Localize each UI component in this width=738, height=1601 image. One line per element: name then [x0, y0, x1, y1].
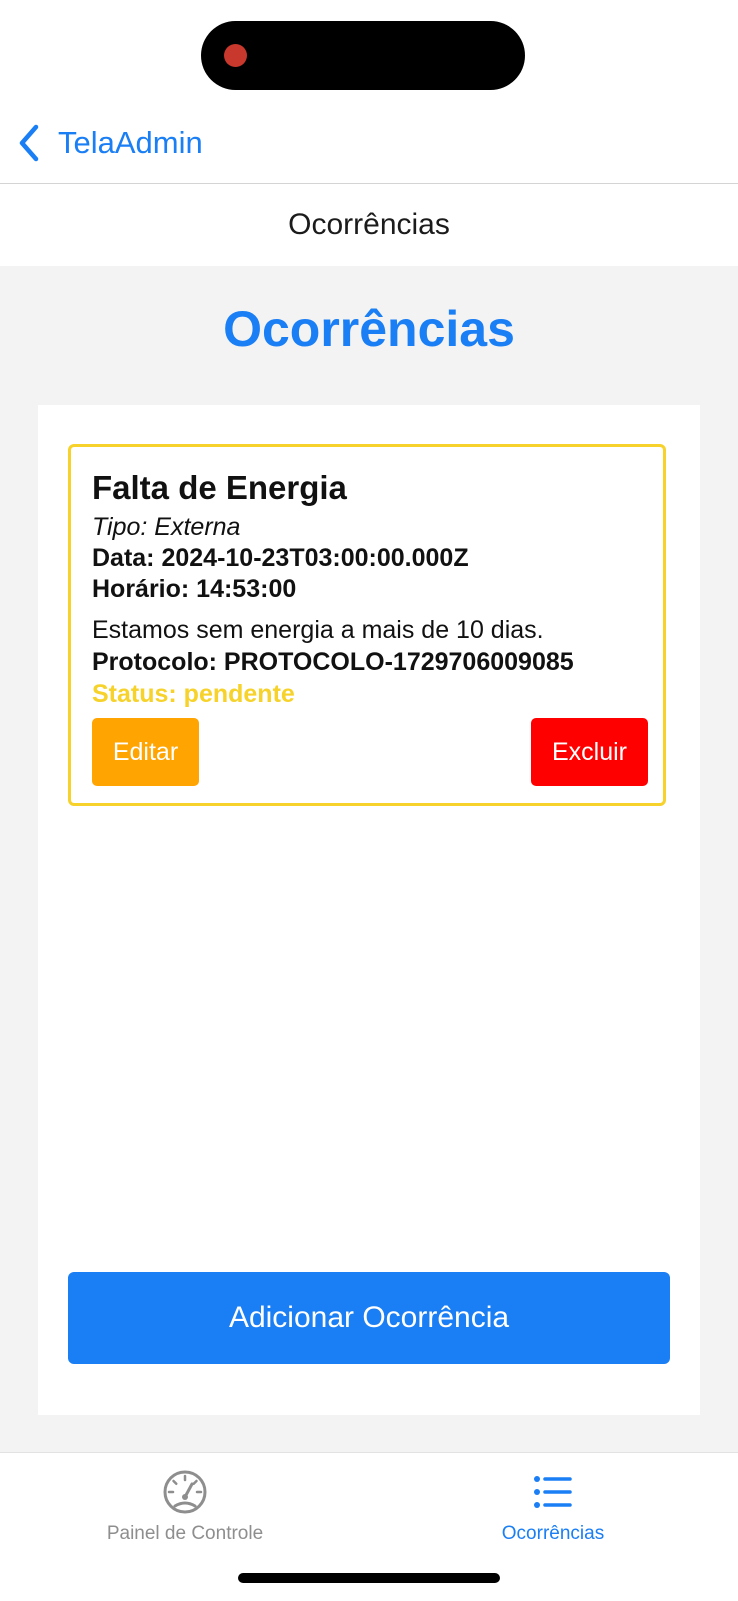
- page-title: Ocorrências: [223, 301, 515, 357]
- occurrence-protocol: Protocolo: PROTOCOLO-1729706009085: [92, 648, 574, 676]
- back-button[interactable]: TelaAdmin: [14, 118, 203, 168]
- home-indicator[interactable]: [238, 1573, 500, 1583]
- occurrence-title: Falta de Energia: [92, 469, 347, 506]
- dynamic-island: [201, 21, 525, 90]
- delete-button[interactable]: Excluir: [531, 718, 648, 786]
- status-badge: Status: pendente: [92, 680, 295, 708]
- recording-indicator: [224, 44, 247, 67]
- header-title: Ocorrências: [0, 184, 738, 266]
- occurrence-description: Estamos sem energia a mais de 10 dias.: [92, 616, 544, 644]
- chevron-left-icon: [19, 124, 39, 162]
- tab-ocorrencias[interactable]: Ocorrências: [467, 1467, 639, 1545]
- list-icon: [534, 1476, 572, 1508]
- occurrence-date: Data: 2024-10-23T03:00:00.000Z: [92, 544, 469, 572]
- occurrence-card: Falta de Energia Tipo: Externa Data: 202…: [68, 444, 666, 806]
- speedometer-icon: [163, 1470, 207, 1514]
- occurrence-type: Tipo: Externa: [92, 513, 241, 541]
- edit-button[interactable]: Editar: [92, 718, 199, 786]
- occurrence-time: Horário: 14:53:00: [92, 575, 297, 603]
- add-occurrence-button[interactable]: Adicionar Ocorrência: [68, 1272, 670, 1364]
- tab-painel-de-controle[interactable]: Painel de Controle: [95, 1467, 275, 1545]
- tab-label: Ocorrências: [501, 1523, 605, 1544]
- back-label: TelaAdmin: [58, 125, 203, 160]
- tab-label: Painel de Controle: [106, 1523, 264, 1544]
